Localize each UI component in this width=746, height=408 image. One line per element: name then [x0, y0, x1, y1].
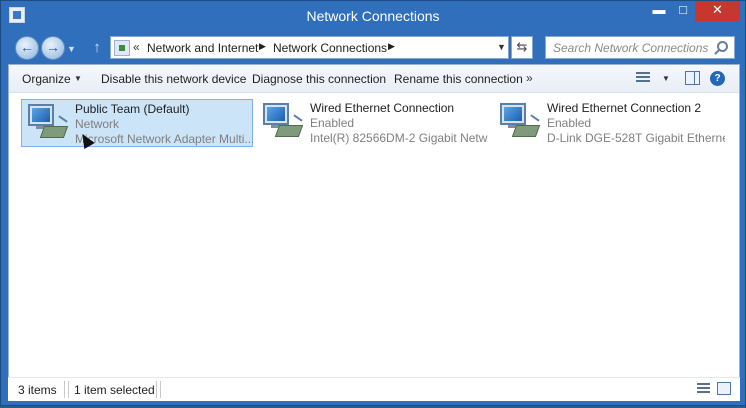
connection-name: Wired Ethernet Connection 2: [547, 101, 702, 115]
up-arrow-icon: ↑: [93, 39, 101, 56]
status-divider: [156, 381, 157, 398]
connection-name: Public Team (Default): [75, 102, 190, 116]
breadcrumb-network-connections[interactable]: Network Connections: [273, 41, 387, 55]
recent-locations-chevron-down-icon[interactable]: ▼: [67, 44, 76, 54]
tiles-view-icon[interactable]: [717, 382, 731, 395]
explorer-window: Network Connections ▬ □ ✕ ← → ▼ ↑ « Netw…: [0, 0, 746, 406]
refresh-button[interactable]: ⇆: [511, 36, 533, 59]
status-divider: [64, 381, 65, 398]
connection-device: D-Link DGE-528T Gigabit Ethernet...: [547, 131, 725, 145]
network-adapter-icon: [500, 103, 541, 141]
window-title: Network Connections: [306, 8, 440, 24]
breadcrumb-chevron-right-icon[interactable]: ▶: [388, 41, 395, 52]
navigation-bar: ← → ▼ ↑ « Network and Internet ▶ Network…: [1, 31, 745, 64]
forward-arrow-icon: →: [46, 39, 60, 55]
control-panel-icon: [114, 40, 130, 56]
close-button[interactable]: ✕: [695, 1, 740, 21]
forward-button[interactable]: →: [41, 36, 65, 60]
maximize-button[interactable]: □: [671, 1, 695, 21]
search-placeholder[interactable]: Search Network Connections: [553, 41, 708, 55]
back-button[interactable]: ←: [15, 36, 39, 60]
organize-chevron-down-icon[interactable]: ▼: [74, 74, 82, 83]
refresh-icon: ⇆: [516, 39, 528, 54]
view-options-chevron-down-icon[interactable]: ▼: [662, 74, 670, 83]
selected-count: 1 item selected: [74, 383, 155, 397]
connection-item-wired-ethernet[interactable]: Wired Ethernet Connection Enabled Intel(…: [257, 99, 489, 147]
status-bar: 3 items 1 item selected: [8, 377, 740, 401]
breadcrumb-overflow[interactable]: «: [133, 40, 140, 54]
connection-item-public-team[interactable]: Public Team (Default) Network Microsoft …: [21, 99, 253, 147]
connection-status: Enabled: [547, 116, 592, 130]
status-divider: [160, 381, 161, 398]
up-button[interactable]: ↑: [89, 39, 105, 57]
organize-button[interactable]: Organize: [22, 72, 71, 86]
diagnose-connection-button[interactable]: Diagnose this connection: [252, 72, 386, 86]
content-area: Organize ▼ Disable this network device D…: [8, 64, 740, 401]
breadcrumb-network-and-internet[interactable]: Network and Internet: [147, 41, 258, 55]
breadcrumb-chevron-right-icon[interactable]: ▶: [259, 41, 266, 52]
connection-device: Intel(R) 82566DM-2 Gigabit Netw...: [310, 131, 488, 145]
address-history-chevron-down-icon[interactable]: ▼: [497, 42, 506, 52]
rename-connection-button[interactable]: Rename this connection: [394, 72, 523, 86]
search-icon[interactable]: [717, 41, 728, 52]
preview-pane-icon[interactable]: [685, 71, 700, 85]
network-adapter-icon: [28, 104, 69, 142]
connection-item-wired-ethernet-2[interactable]: Wired Ethernet Connection 2 Enabled D-Li…: [494, 99, 726, 147]
search-box[interactable]: Search Network Connections: [545, 36, 735, 59]
connection-name: Wired Ethernet Connection: [310, 101, 455, 115]
command-bar: Organize ▼ Disable this network device D…: [9, 65, 739, 93]
network-adapter-icon: [263, 103, 304, 141]
minimize-button[interactable]: ▬: [647, 1, 671, 21]
address-bar[interactable]: « Network and Internet ▶ Network Connect…: [110, 36, 509, 59]
more-commands-button[interactable]: »: [526, 71, 533, 85]
back-arrow-icon: ←: [20, 39, 34, 55]
connection-status: Enabled: [310, 116, 355, 130]
status-divider: [68, 381, 69, 398]
help-icon[interactable]: ?: [710, 71, 725, 86]
change-view-icon[interactable]: [636, 72, 650, 85]
title-bar[interactable]: Network Connections ▬ □ ✕: [1, 1, 745, 31]
details-view-icon[interactable]: [697, 383, 710, 395]
connection-status: Network: [75, 117, 120, 131]
disable-device-button[interactable]: Disable this network device: [101, 72, 246, 86]
items-count: 3 items: [18, 383, 57, 397]
connection-device: Microsoft Network Adapter Multi...: [75, 132, 253, 146]
